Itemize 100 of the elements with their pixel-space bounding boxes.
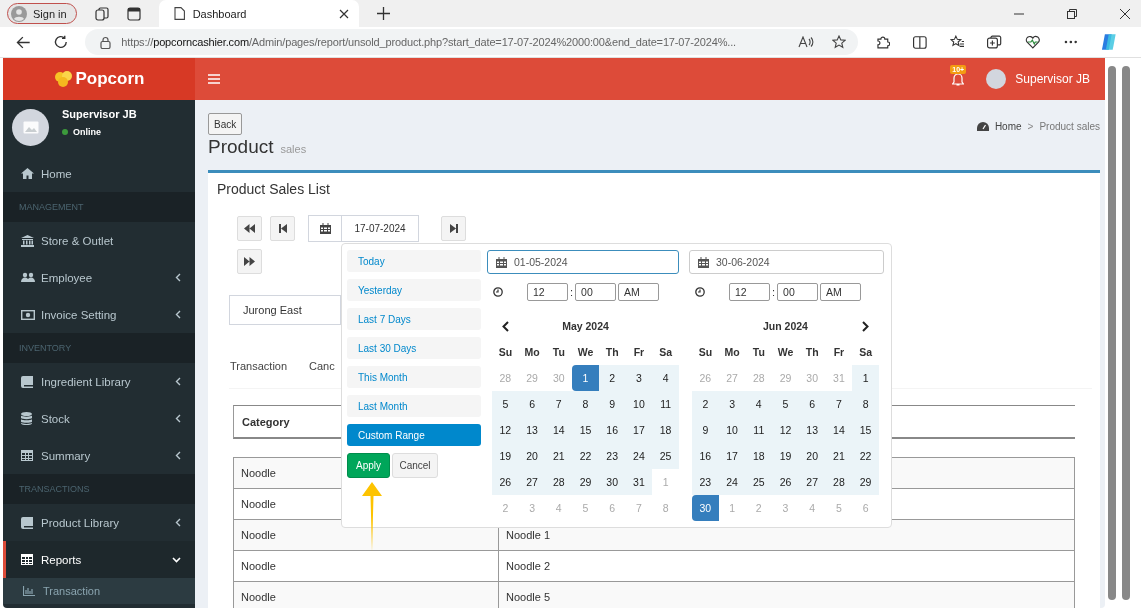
date-field[interactable]: 17-07-2024 <box>342 215 419 242</box>
calendar-day[interactable]: 16 <box>692 443 719 469</box>
calendar-day[interactable]: 9 <box>598 391 626 417</box>
range-option[interactable]: Today <box>347 250 481 272</box>
calendar-day[interactable]: 10 <box>625 391 653 417</box>
calendar-day[interactable]: 13 <box>798 417 826 443</box>
calendar-day[interactable]: 31 <box>625 469 653 495</box>
calendar-day[interactable]: 15 <box>572 417 599 443</box>
calendar-day[interactable]: 11 <box>652 391 679 417</box>
date-field[interactable]: 30-06-2024 <box>689 250 884 274</box>
logo[interactable]: Popcorn <box>3 58 195 100</box>
calendar-day[interactable]: 14 <box>545 417 573 443</box>
calendar-day[interactable]: 13 <box>518 417 546 443</box>
calendar-day[interactable]: 2 <box>692 391 719 417</box>
calendar-day[interactable]: 25 <box>745 469 773 495</box>
tab[interactable]: Canc <box>309 360 335 388</box>
read-aloud-icon[interactable] <box>798 36 815 48</box>
first-button[interactable] <box>237 216 262 241</box>
calendar-day[interactable]: 2 <box>598 365 626 391</box>
calendar-day[interactable]: 17 <box>625 417 653 443</box>
range-option[interactable]: This Month <box>347 366 481 388</box>
bell-icon[interactable] <box>952 72 965 86</box>
sidebar-item[interactable]: Stock <box>3 400 195 437</box>
restore-icon[interactable] <box>1067 8 1077 19</box>
calendar-day[interactable]: 1 <box>572 365 599 391</box>
calendar-day[interactable]: 11 <box>745 417 773 443</box>
calendar-day[interactable]: 7 <box>825 391 853 417</box>
menu-icon[interactable] <box>208 74 220 84</box>
calendar-day[interactable]: 3 <box>625 365 653 391</box>
range-option[interactable]: Last 7 Days <box>347 308 481 330</box>
back-icon[interactable] <box>16 35 31 49</box>
workspaces-icon[interactable] <box>94 6 109 21</box>
calendar-day[interactable]: 21 <box>545 443 573 469</box>
range-option[interactable]: Custom Range <box>347 424 481 446</box>
calendar-day[interactable]: 12 <box>772 417 799 443</box>
outlet-select[interactable]: Jurong East <box>229 295 341 325</box>
calendar-day[interactable]: 22 <box>852 443 879 469</box>
cancel-button[interactable]: Cancel <box>392 453 438 478</box>
next-month-icon[interactable] <box>862 320 869 332</box>
sidebar-item[interactable]: Product Library <box>3 504 195 541</box>
calendar-day[interactable]: 23 <box>692 469 719 495</box>
heart-icon[interactable] <box>1025 35 1041 49</box>
calendar-day[interactable]: 19 <box>492 443 519 469</box>
sign-in-button[interactable]: Sign in <box>7 3 77 24</box>
sidebar-item[interactable]: Summary <box>3 437 195 474</box>
collections-icon[interactable] <box>987 35 1003 49</box>
calendar-day[interactable]: 19 <box>772 443 799 469</box>
calendar-day[interactable]: 28 <box>545 469 573 495</box>
calendar-day[interactable]: 1 <box>852 365 879 391</box>
calendar-day[interactable]: 29 <box>572 469 599 495</box>
calendar-day[interactable]: 16 <box>598 417 626 443</box>
calendar-day[interactable]: 17 <box>718 443 746 469</box>
back-button[interactable]: Back <box>208 113 243 135</box>
close-icon[interactable] <box>338 8 349 19</box>
calendar-day[interactable]: 6 <box>798 391 826 417</box>
next-button[interactable] <box>441 216 466 241</box>
split-screen-icon[interactable] <box>913 35 927 49</box>
calendar-day[interactable]: 8 <box>572 391 599 417</box>
new-tab-icon[interactable] <box>376 7 390 20</box>
scrollbar[interactable] <box>1108 66 1116 600</box>
calendar-day[interactable]: 18 <box>745 443 773 469</box>
minute-select[interactable]: 00 <box>575 283 617 301</box>
calendar-day[interactable]: 9 <box>692 417 719 443</box>
hour-select[interactable]: 12 <box>527 283 568 301</box>
calendar-day[interactable]: 26 <box>492 469 519 495</box>
browser-tab[interactable]: Dashboard <box>158 0 359 27</box>
calendar-day[interactable]: 20 <box>798 443 826 469</box>
calendar-day[interactable]: 4 <box>652 365 679 391</box>
calendar-day[interactable]: 20 <box>518 443 546 469</box>
calendar-day[interactable]: 15 <box>852 417 879 443</box>
range-option[interactable]: Yesterday <box>347 279 481 301</box>
hour-select[interactable]: 12 <box>729 283 770 301</box>
calendar-day[interactable]: 22 <box>572 443 599 469</box>
last-button[interactable] <box>237 249 262 274</box>
calendar-day[interactable]: 24 <box>718 469 746 495</box>
tab-actions-icon[interactable] <box>126 6 141 21</box>
calendar-day[interactable]: 29 <box>852 469 879 495</box>
calendar-day[interactable]: 5 <box>772 391 799 417</box>
calendar-day[interactable]: 23 <box>598 443 626 469</box>
range-option[interactable]: Last Month <box>347 395 481 417</box>
puzzle-icon[interactable] <box>876 35 891 49</box>
minute-select[interactable]: 00 <box>777 283 819 301</box>
calendar-day[interactable]: 30 <box>598 469 626 495</box>
calendar-day[interactable]: 4 <box>745 391 773 417</box>
sidebar-item[interactable]: Store & Outlet <box>3 222 195 259</box>
am-pm-select[interactable]: AM <box>618 283 660 301</box>
previous-month-icon[interactable] <box>502 320 509 332</box>
sidebar-item[interactable]: Ingredient Library <box>3 363 195 400</box>
sidebar-item[interactable]: Home <box>3 155 195 192</box>
calendar-day[interactable]: 7 <box>545 391 573 417</box>
submenu-item[interactable]: Transaction <box>3 578 195 604</box>
sidebar-item[interactable]: Employee <box>3 259 195 296</box>
calendar-day[interactable]: 6 <box>518 391 546 417</box>
tab[interactable]: Transaction <box>230 360 288 388</box>
calendar-day[interactable]: 25 <box>652 443 679 469</box>
calendar-day[interactable]: 10 <box>718 417 746 443</box>
breadcrumb-link[interactable]: Home <box>994 121 1022 132</box>
range-option[interactable]: Last 30 Days <box>347 337 481 359</box>
previous-button[interactable] <box>270 216 295 241</box>
address-bar[interactable]: https://popcorncashier.com/Admin/pages/report/unsold_product.php?start_date=17-07-2024%2000:00&end_date=17-07-2024%... <box>85 29 859 55</box>
